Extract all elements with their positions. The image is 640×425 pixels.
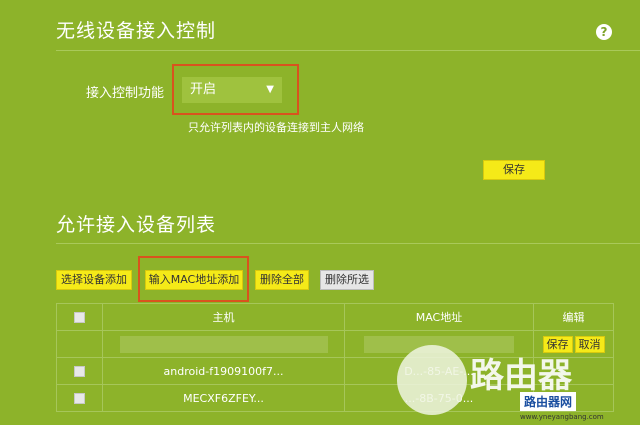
table-header-row: 主机 MAC地址 编辑 <box>56 303 614 331</box>
section-title-access-control: 无线设备接入控制 <box>56 20 217 42</box>
access-control-label: 接入控制功能 <box>86 86 165 101</box>
help-icon[interactable]: ? <box>596 24 612 40</box>
divider <box>56 50 640 51</box>
select-device-add-button[interactable]: 选择设备添加 <box>56 270 132 290</box>
section-title-allowed-list: 允许接入设备列表 <box>56 214 217 236</box>
save-button[interactable]: 保存 <box>483 160 545 180</box>
row-host: android-f1909100f7... <box>102 357 345 385</box>
row-checkbox[interactable] <box>74 366 85 377</box>
watermark-sub: 路由器网 <box>520 392 577 411</box>
row-checkbox[interactable] <box>74 393 85 404</box>
select-all-checkbox[interactable] <box>74 312 85 323</box>
checkbox-cell <box>56 384 103 412</box>
mac-address-add-button[interactable]: 输入MAC地址添加 <box>145 270 243 290</box>
access-hint-text: 只允许列表内的设备连接到主人网络 <box>188 121 364 134</box>
host-input[interactable] <box>119 335 328 353</box>
watermark-url: www.yneyangbang.com <box>520 413 604 421</box>
delete-selected-button[interactable]: 删除所选 <box>320 270 374 290</box>
host-input-cell <box>102 330 345 358</box>
select-all-cell <box>56 303 103 331</box>
checkbox-cell <box>56 357 103 385</box>
empty-cell <box>56 330 103 358</box>
delete-all-button[interactable]: 删除全部 <box>255 270 309 290</box>
header-mac: MAC地址 <box>344 303 534 331</box>
row-cancel-button[interactable]: 取消 <box>574 335 605 353</box>
access-control-value: 开启 <box>190 82 217 97</box>
divider <box>56 243 640 244</box>
watermark-logo-icon <box>397 345 467 415</box>
access-control-select[interactable]: 开启 ▼ <box>182 77 282 103</box>
header-host: 主机 <box>102 303 345 331</box>
watermark-text: 路由器 <box>470 356 572 396</box>
header-edit: 编辑 <box>533 303 614 331</box>
chevron-down-icon: ▼ <box>266 84 274 95</box>
row-host: MECXF6ZFEY... <box>102 384 345 412</box>
